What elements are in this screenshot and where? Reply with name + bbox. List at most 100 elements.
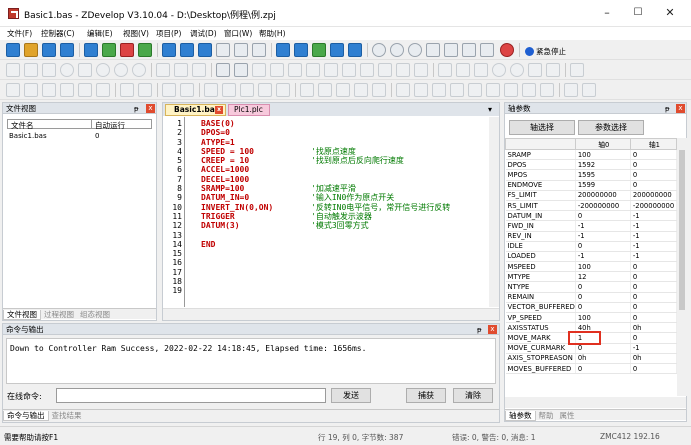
project-icon[interactable]: [84, 43, 98, 57]
grid-toggle-icon[interactable]: [162, 83, 176, 97]
gear-icon[interactable]: [492, 63, 506, 77]
distribute-h-icon[interactable]: [396, 83, 410, 97]
param-value[interactable]: 0: [575, 281, 631, 293]
code-line[interactable]: TRIGGER '自动触发示波器: [201, 212, 450, 221]
code-line[interactable]: ATYPE=1: [201, 138, 450, 147]
io-icon[interactable]: [312, 43, 326, 57]
clear-button[interactable]: 清除: [453, 388, 493, 403]
code-line[interactable]: DPOS=0: [201, 128, 450, 137]
close-button[interactable]: ✕: [661, 5, 679, 21]
code-line[interactable]: [201, 268, 450, 277]
table-row[interactable]: MOVES_BUFFERED 0 0: [505, 363, 677, 375]
param-value[interactable]: 0: [575, 292, 631, 303]
resume-icon[interactable]: [480, 43, 494, 57]
align-left-icon[interactable]: [6, 83, 20, 97]
param-value[interactable]: -1: [575, 231, 631, 242]
param-value[interactable]: 0: [575, 363, 631, 375]
pin-icon[interactable]: ᵽ: [665, 104, 670, 115]
code-line[interactable]: BASE(0): [201, 119, 450, 128]
same-height-icon[interactable]: [450, 83, 464, 97]
param-value[interactable]: 200000000: [575, 190, 631, 201]
param-value[interactable]: 1595: [575, 169, 631, 181]
param-value[interactable]: 1592: [575, 159, 631, 171]
code-line[interactable]: [201, 249, 450, 258]
menu-debug[interactable]: 调试(D): [190, 28, 217, 39]
emergency-stop-button[interactable]: 紧急停止: [525, 46, 571, 58]
param-value[interactable]: -1: [630, 220, 677, 232]
param-value[interactable]: 0: [630, 292, 677, 303]
save-all-icon[interactable]: [60, 43, 74, 57]
send-back-icon[interactable]: [138, 83, 152, 97]
code-line[interactable]: SRAMP=100 '加减速平滑: [201, 184, 450, 193]
step-over-icon[interactable]: [408, 43, 422, 57]
code-line[interactable]: [201, 277, 450, 286]
connect-icon[interactable]: [198, 43, 212, 57]
menu-view[interactable]: 视图(V): [123, 28, 149, 39]
align-bottom-icon[interactable]: [60, 83, 74, 97]
tab-process-view[interactable]: 过程视图: [41, 310, 77, 319]
tab-search-results[interactable]: 查找结果: [49, 411, 85, 420]
pin-icon[interactable]: ᵽ: [477, 325, 482, 336]
arc-center-tool-icon[interactable]: [132, 63, 146, 77]
send-button[interactable]: 发送: [331, 388, 371, 403]
table-row[interactable]: MTYPE 12 0: [505, 271, 677, 283]
tab-axis-params[interactable]: 轴参数: [505, 411, 536, 421]
flow-icon[interactable]: [522, 83, 536, 97]
param-value[interactable]: 0h: [575, 353, 631, 364]
editor-vertical-scrollbar[interactable]: [489, 117, 499, 307]
param-value[interactable]: 100: [575, 312, 631, 324]
grid-tool-icon[interactable]: [174, 63, 188, 77]
table-row[interactable]: Basic1.bas 0: [9, 132, 149, 141]
new-file-icon[interactable]: [6, 43, 20, 57]
param-value[interactable]: 100: [575, 261, 631, 273]
menu-window[interactable]: 窗口(W): [224, 28, 252, 39]
table-row[interactable]: MPOS 1595 0: [505, 169, 677, 181]
same-width-icon[interactable]: [432, 83, 446, 97]
tab-properties[interactable]: 属性: [557, 411, 578, 420]
center-v-icon[interactable]: [504, 83, 518, 97]
param-value[interactable]: -200000000: [575, 200, 631, 212]
code-line[interactable]: [201, 258, 450, 267]
same-size-icon[interactable]: [468, 83, 482, 97]
code-line[interactable]: INVERT_IN(0,ON) '反转IN0电平信号，常开信号进行反转: [201, 203, 450, 212]
param-value[interactable]: -200000000: [630, 200, 677, 212]
layer-2-icon[interactable]: [222, 83, 236, 97]
center-h-icon[interactable]: [486, 83, 500, 97]
table-row[interactable]: REMAIN 0 0: [505, 292, 677, 303]
layer-1-icon[interactable]: [204, 83, 218, 97]
close-tab-icon[interactable]: x: [215, 106, 223, 114]
step-icon[interactable]: [390, 43, 404, 57]
bar-tool-icon[interactable]: [414, 63, 428, 77]
param-value[interactable]: 0h: [630, 353, 677, 364]
code-line[interactable]: [201, 286, 450, 295]
param-value[interactable]: -1: [630, 210, 677, 222]
table-row[interactable]: FWD_IN -1 -1: [505, 220, 677, 232]
table-row[interactable]: RS_LIMIT -200000000 -200000000: [505, 200, 677, 212]
snap-icon[interactable]: [180, 83, 194, 97]
param-value[interactable]: -1: [630, 231, 677, 242]
table-row[interactable]: MSPEED 100 0: [505, 261, 677, 273]
code-line[interactable]: DECEL=1000: [201, 175, 450, 184]
menu-help[interactable]: 帮助(H): [259, 28, 286, 39]
switch-tool-icon[interactable]: [378, 63, 392, 77]
screen-tool-icon[interactable]: [570, 63, 584, 77]
stop-icon[interactable]: [500, 43, 514, 57]
code-line[interactable]: SPEED = 100 '找原点速度: [201, 147, 450, 156]
param-value[interactable]: 0: [630, 149, 677, 161]
space-2-icon[interactable]: [318, 83, 332, 97]
round-tool-icon[interactable]: [114, 63, 128, 77]
frame-tool-icon[interactable]: [192, 63, 206, 77]
close-icon[interactable]: x: [676, 104, 685, 113]
compile-icon[interactable]: [138, 43, 152, 57]
param-value[interactable]: 200000000: [630, 190, 677, 201]
circle-tool-icon[interactable]: [60, 63, 74, 77]
param-value[interactable]: 0: [575, 210, 631, 222]
param-value[interactable]: 0: [630, 363, 677, 375]
zoom-in-icon[interactable]: [582, 83, 596, 97]
select-axis-button[interactable]: 轴选择: [509, 120, 575, 135]
code-line[interactable]: ACCEL=1000: [201, 165, 450, 174]
tab-config-view[interactable]: 组态视图: [77, 310, 113, 319]
button-tool-icon[interactable]: [252, 63, 266, 77]
param-value[interactable]: 0: [630, 302, 677, 314]
download-rom-icon[interactable]: [180, 43, 194, 57]
